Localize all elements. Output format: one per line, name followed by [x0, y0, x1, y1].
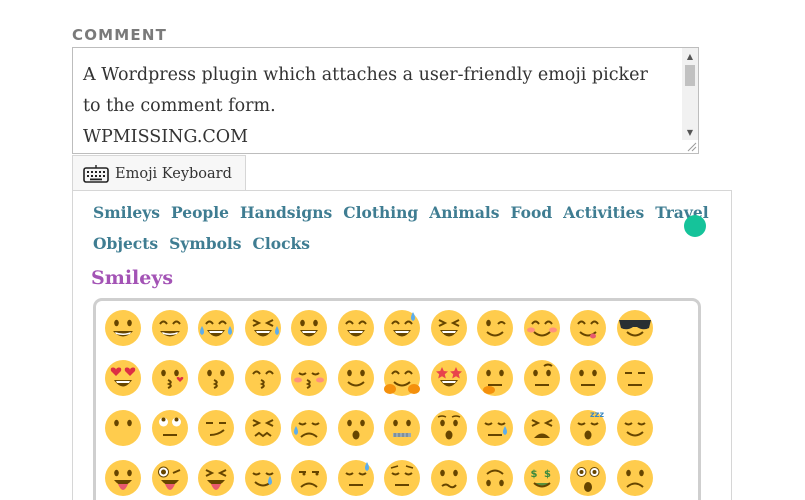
sleepy-face-emoji-icon[interactable] — [472, 403, 519, 453]
face-without-mouth-emoji-icon[interactable] — [100, 403, 147, 453]
comment-line: to the comment form. — [83, 96, 276, 116]
category-link-animals[interactable]: Animals — [429, 203, 499, 222]
grinning-face-emoji-icon[interactable] — [100, 303, 147, 353]
comment-textarea[interactable]: A Wordpress plugin which attaches a user… — [72, 47, 699, 154]
svg-text:$: $ — [530, 469, 537, 480]
pensive-face-emoji-icon[interactable] — [379, 453, 426, 500]
smiling-face-with-open-mouth-and-smiling-eyes-emoji-icon[interactable] — [333, 303, 380, 353]
neutral-face-emoji-icon[interactable] — [565, 353, 612, 403]
winking-face-emoji-icon[interactable] — [472, 303, 519, 353]
section-title: Smileys — [91, 267, 174, 289]
upside-down-face-emoji-icon[interactable] — [472, 453, 519, 500]
face-blowing-a-kiss-emoji-icon[interactable] — [147, 353, 194, 403]
smiling-face-with-sunglasses-emoji-icon[interactable] — [612, 303, 659, 353]
keyboard-icon — [83, 164, 109, 183]
comment-text[interactable]: A Wordpress plugin which attaches a user… — [83, 60, 673, 153]
star-struck-emoji-icon[interactable] — [426, 353, 473, 403]
category-link-clothing[interactable]: Clothing — [343, 203, 418, 222]
squinting-face-emoji-icon[interactable] — [426, 303, 473, 353]
kissing-face-emoji-icon[interactable] — [193, 353, 240, 403]
smiling-face-with-heart-eyes-emoji-icon[interactable] — [100, 353, 147, 403]
emoji-row — [100, 353, 690, 403]
emoji-row — [100, 303, 690, 353]
hushed-face-emoji-icon[interactable] — [426, 403, 473, 453]
category-link-objects[interactable]: Objects — [93, 234, 158, 253]
relieved-face-emoji-icon[interactable] — [612, 403, 659, 453]
resize-grip-icon[interactable] — [685, 140, 697, 152]
grammarly-badge-icon[interactable] — [684, 215, 706, 237]
sad-but-relieved-face-emoji-icon[interactable] — [286, 403, 333, 453]
svg-text:zzz: zzz — [590, 410, 604, 419]
category-link-smileys[interactable]: Smileys — [93, 203, 160, 222]
emoji-keyboard-tab[interactable]: Emoji Keyboard — [72, 155, 246, 191]
confused-face-emoji-icon[interactable] — [426, 453, 473, 500]
slightly-smiling-face-emoji-icon[interactable] — [333, 353, 380, 403]
emoji-grid: zzz $ $ — [100, 303, 690, 500]
comment-label: COMMENT — [72, 26, 168, 44]
drooling-face-emoji-icon[interactable] — [240, 453, 287, 500]
smirking-face-emoji-icon[interactable] — [193, 403, 240, 453]
category-nav: Smileys People Handsigns Clothing Animals Foo… — [93, 197, 709, 259]
squinting-face-with-tongue-emoji-icon[interactable] — [193, 453, 240, 500]
face-with-tears-of-joy-emoji-icon[interactable] — [193, 303, 240, 353]
rolling-on-the-floor-laughing-emoji-icon[interactable] — [240, 303, 287, 353]
smiling-face-with-open-mouth-emoji-icon[interactable] — [286, 303, 333, 353]
category-link-clocks[interactable]: Clocks — [253, 234, 310, 253]
comment-line: WPMISSING.COM — [83, 127, 249, 147]
svg-text:$: $ — [544, 469, 551, 480]
category-link-food[interactable]: Food — [511, 203, 553, 222]
category-link-activities[interactable]: Activities — [563, 203, 644, 222]
emoji-row: zzz — [100, 403, 690, 453]
sleeping-face-emoji-icon[interactable]: zzz — [565, 403, 612, 453]
persevering-face-emoji-icon[interactable] — [240, 403, 287, 453]
emoji-row: $ $ — [100, 453, 690, 500]
scroll-thumb[interactable] — [685, 65, 695, 86]
smiling-face-with-smiling-eyes-emoji-icon[interactable] — [519, 303, 566, 353]
unamused-face-emoji-icon[interactable] — [286, 453, 333, 500]
scroll-down-arrow-icon[interactable]: ▼ — [682, 126, 698, 140]
face-with-raised-eyebrow-emoji-icon[interactable] — [519, 353, 566, 403]
comment-line: A Wordpress plugin which attaches a user… — [83, 65, 648, 85]
face-with-tongue-emoji-icon[interactable] — [100, 453, 147, 500]
winking-face-with-tongue-emoji-icon[interactable] — [147, 453, 194, 500]
zipper-mouth-face-emoji-icon[interactable] — [379, 403, 426, 453]
textarea-scrollbar[interactable]: ▲ ▼ — [682, 48, 698, 140]
thinking-face-emoji-icon[interactable] — [472, 353, 519, 403]
face-savouring-food-emoji-icon[interactable] — [565, 303, 612, 353]
astonished-face-emoji-icon[interactable] — [565, 453, 612, 500]
expressionless-face-emoji-icon[interactable] — [612, 353, 659, 403]
kissing-face-with-smiling-eyes-emoji-icon[interactable] — [240, 353, 287, 403]
face-with-cold-sweat-emoji-icon[interactable] — [333, 453, 380, 500]
money-mouth-face-emoji-icon[interactable]: $ $ — [519, 453, 566, 500]
category-link-people[interactable]: People — [171, 203, 229, 222]
smiling-face-with-open-mouth-and-cold-sweat-emoji-icon[interactable] — [379, 303, 426, 353]
tired-face-emoji-icon[interactable] — [519, 403, 566, 453]
grinning-face-with-smiling-eyes-emoji-icon[interactable] — [147, 303, 194, 353]
kissing-face-with-closed-eyes-emoji-icon[interactable] — [286, 353, 333, 403]
face-with-rolling-eyes-emoji-icon[interactable] — [147, 403, 194, 453]
hugging-face-emoji-icon[interactable] — [379, 353, 426, 403]
category-link-handsigns[interactable]: Handsigns — [240, 203, 332, 222]
frowning-face-emoji-icon[interactable] — [612, 453, 659, 500]
emoji-grid-box: zzz $ $ — [93, 298, 701, 500]
emoji-keyboard-label: Emoji Keyboard — [115, 165, 232, 182]
emoji-picker-panel: Smileys People Handsigns Clothing Animals Foo… — [72, 190, 732, 500]
category-link-symbols[interactable]: Symbols — [169, 234, 241, 253]
scroll-up-arrow-icon[interactable]: ▲ — [682, 50, 698, 64]
face-with-open-mouth-emoji-icon[interactable] — [333, 403, 380, 453]
